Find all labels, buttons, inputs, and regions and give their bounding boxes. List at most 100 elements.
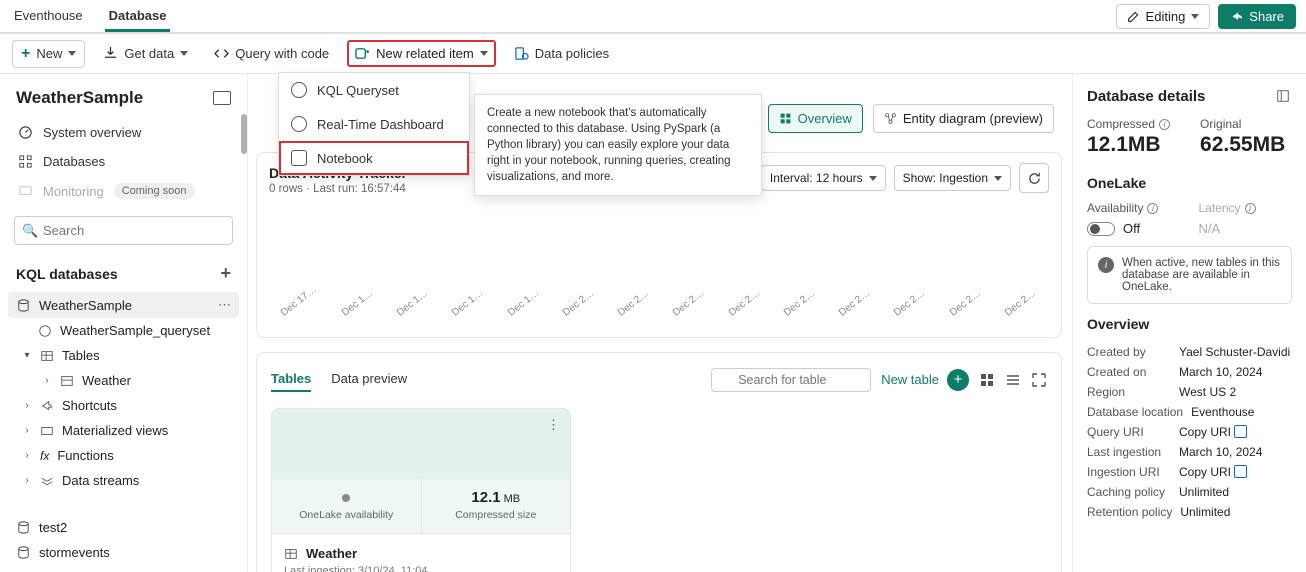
tree-queryset[interactable]: WeatherSample_queryset [8, 318, 239, 343]
chevron-right-icon[interactable]: › [22, 450, 32, 461]
interval-dropdown[interactable]: Interval: 12 hours [761, 165, 886, 191]
tree-db-weathersample[interactable]: WeatherSample ⋯ [8, 292, 239, 318]
sidebar-search-input[interactable] [14, 216, 233, 245]
table-tile-weather[interactable]: ⋮ OneLake availability 12.1MB Compressed… [271, 408, 571, 572]
tab-tables[interactable]: Tables [271, 367, 311, 392]
tree-label: Functions [57, 448, 113, 463]
editing-button[interactable]: Editing [1116, 4, 1211, 29]
new-button[interactable]: + New [12, 40, 85, 68]
overview-icon [779, 112, 792, 125]
tree-data-streams[interactable]: › Data streams [8, 468, 239, 493]
row-created-by: Created byYael Schuster-Davidi [1087, 342, 1292, 362]
tables-card: Tables Data preview 🔍 New table + [256, 352, 1062, 572]
availability-indicator [280, 489, 413, 506]
new-table-label: New table [881, 372, 939, 387]
database-icon [18, 154, 33, 169]
tree-tables[interactable]: ▾ Tables [8, 343, 239, 368]
tree-shortcuts[interactable]: › Shortcuts [8, 393, 239, 418]
details-panel: Database details Compressedi 12.1MB Orig… [1072, 74, 1306, 572]
list-view-icon[interactable] [1005, 372, 1021, 388]
tab-overview[interactable]: Overview [768, 104, 863, 133]
more-icon[interactable]: ⋯ [218, 297, 231, 313]
activity-chart: Dec 17… Dec 1… Dec 1… Dec 1… Dec 1… Dec … [269, 205, 1049, 325]
tables-icon [40, 349, 54, 363]
refresh-button[interactable] [1019, 163, 1049, 193]
onelake-info-box: i When active, new tables in this databa… [1087, 246, 1292, 304]
new-related-item-button[interactable]: New related item [347, 40, 496, 67]
chevron-down-icon[interactable]: ▾ [22, 350, 32, 361]
dropdown-label: KQL Queryset [317, 83, 399, 98]
get-data-icon [103, 46, 118, 61]
function-icon: fx [40, 449, 49, 463]
dropdown-item-notebook[interactable]: Notebook [279, 141, 469, 175]
copy-ingestion-uri[interactable]: Copy URI [1179, 465, 1292, 479]
row-ingestion-uri: Ingestion URICopy URI [1087, 462, 1292, 482]
expand-panel-icon[interactable] [1276, 89, 1292, 105]
interval-label: Interval: 12 hours [770, 171, 863, 185]
share-icon [1230, 10, 1243, 23]
availability-toggle[interactable] [1087, 222, 1115, 236]
search-table-input[interactable] [711, 368, 871, 392]
sidebar-item-label: Databases [43, 154, 105, 169]
chevron-down-icon [994, 176, 1002, 181]
tab-eventhouse[interactable]: Eventhouse [10, 0, 87, 32]
sidebar-item-databases[interactable]: Databases [8, 147, 239, 176]
info-icon[interactable]: i [1147, 203, 1158, 214]
chevron-right-icon[interactable]: › [42, 375, 52, 386]
get-data-label: Get data [124, 46, 174, 61]
tree-db-test2[interactable]: test2 [8, 515, 239, 540]
onelake-section: OneLake Availabilityi Off Latencyi N/A i… [1087, 175, 1292, 304]
x-tick: Dec 1… [340, 288, 375, 319]
tree-materialized-views[interactable]: › Materialized views [8, 418, 239, 443]
new-related-dropdown: KQL Queryset Real-Time Dashboard Noteboo… [278, 72, 470, 176]
tab-label: Entity diagram (preview) [903, 111, 1043, 126]
pin-icon[interactable] [213, 91, 231, 105]
size-metrics: Compressedi 12.1MB Original 62.55MB [1087, 117, 1292, 157]
x-tick: Dec 2… [948, 288, 983, 319]
top-tabs: Eventhouse Database [10, 0, 170, 32]
data-policies-button[interactable]: Data policies [506, 42, 617, 65]
copy-query-uri[interactable]: Copy URI [1179, 425, 1292, 439]
show-dropdown[interactable]: Show: Ingestion [894, 165, 1011, 191]
overview-heading: Overview [1087, 316, 1292, 332]
row-created-on: Created onMarch 10, 2024 [1087, 362, 1292, 382]
chevron-right-icon[interactable]: › [22, 425, 32, 436]
new-label: New [36, 46, 62, 61]
info-icon[interactable]: i [1245, 203, 1256, 214]
copy-icon [1236, 427, 1247, 438]
chevron-right-icon[interactable]: › [22, 475, 32, 486]
x-tick: Dec 1… [450, 288, 485, 319]
chevron-right-icon[interactable]: › [22, 400, 32, 411]
get-data-button[interactable]: Get data [95, 42, 196, 65]
grid-view-icon[interactable] [979, 372, 995, 388]
share-button[interactable]: Share [1218, 4, 1296, 29]
x-tick: Dec 1… [506, 288, 541, 319]
tree-weather-table[interactable]: › Weather [8, 368, 239, 393]
chevron-down-icon [480, 51, 488, 56]
new-table-button[interactable]: New table + [881, 369, 969, 391]
db-icon [16, 545, 31, 560]
details-title-row: Database details [1087, 88, 1292, 105]
tile-more-icon[interactable]: ⋮ [547, 417, 560, 433]
dropdown-item-kql-queryset[interactable]: KQL Queryset [279, 73, 469, 107]
tree-db-stormevents[interactable]: stormevents [8, 540, 239, 565]
tab-data-preview[interactable]: Data preview [331, 367, 407, 392]
query-code-button[interactable]: Query with code [206, 42, 337, 65]
table-icon [60, 374, 74, 388]
dropdown-item-rt-dashboard[interactable]: Real-Time Dashboard [279, 107, 469, 141]
tree-label: WeatherSample_queryset [60, 323, 210, 338]
tree-functions[interactable]: › fx Functions [8, 443, 239, 468]
sidebar-item-system-overview[interactable]: System overview [8, 118, 239, 147]
sidebar-scrollbar[interactable] [241, 114, 247, 154]
latency-label: Latencyi [1198, 201, 1255, 215]
expand-icon[interactable] [1031, 372, 1047, 388]
x-tick: Dec 2… [727, 288, 762, 319]
notebook-tooltip: Create a new notebook that's automatical… [474, 94, 762, 196]
info-icon[interactable]: i [1159, 119, 1170, 130]
gauge-icon [18, 125, 33, 140]
tab-database[interactable]: Database [105, 0, 171, 32]
availability-state: Off [1123, 221, 1140, 236]
row-region: RegionWest US 2 [1087, 382, 1292, 402]
tab-entity-diagram[interactable]: Entity diagram (preview) [873, 104, 1054, 133]
add-database-button[interactable]: + [220, 263, 231, 284]
